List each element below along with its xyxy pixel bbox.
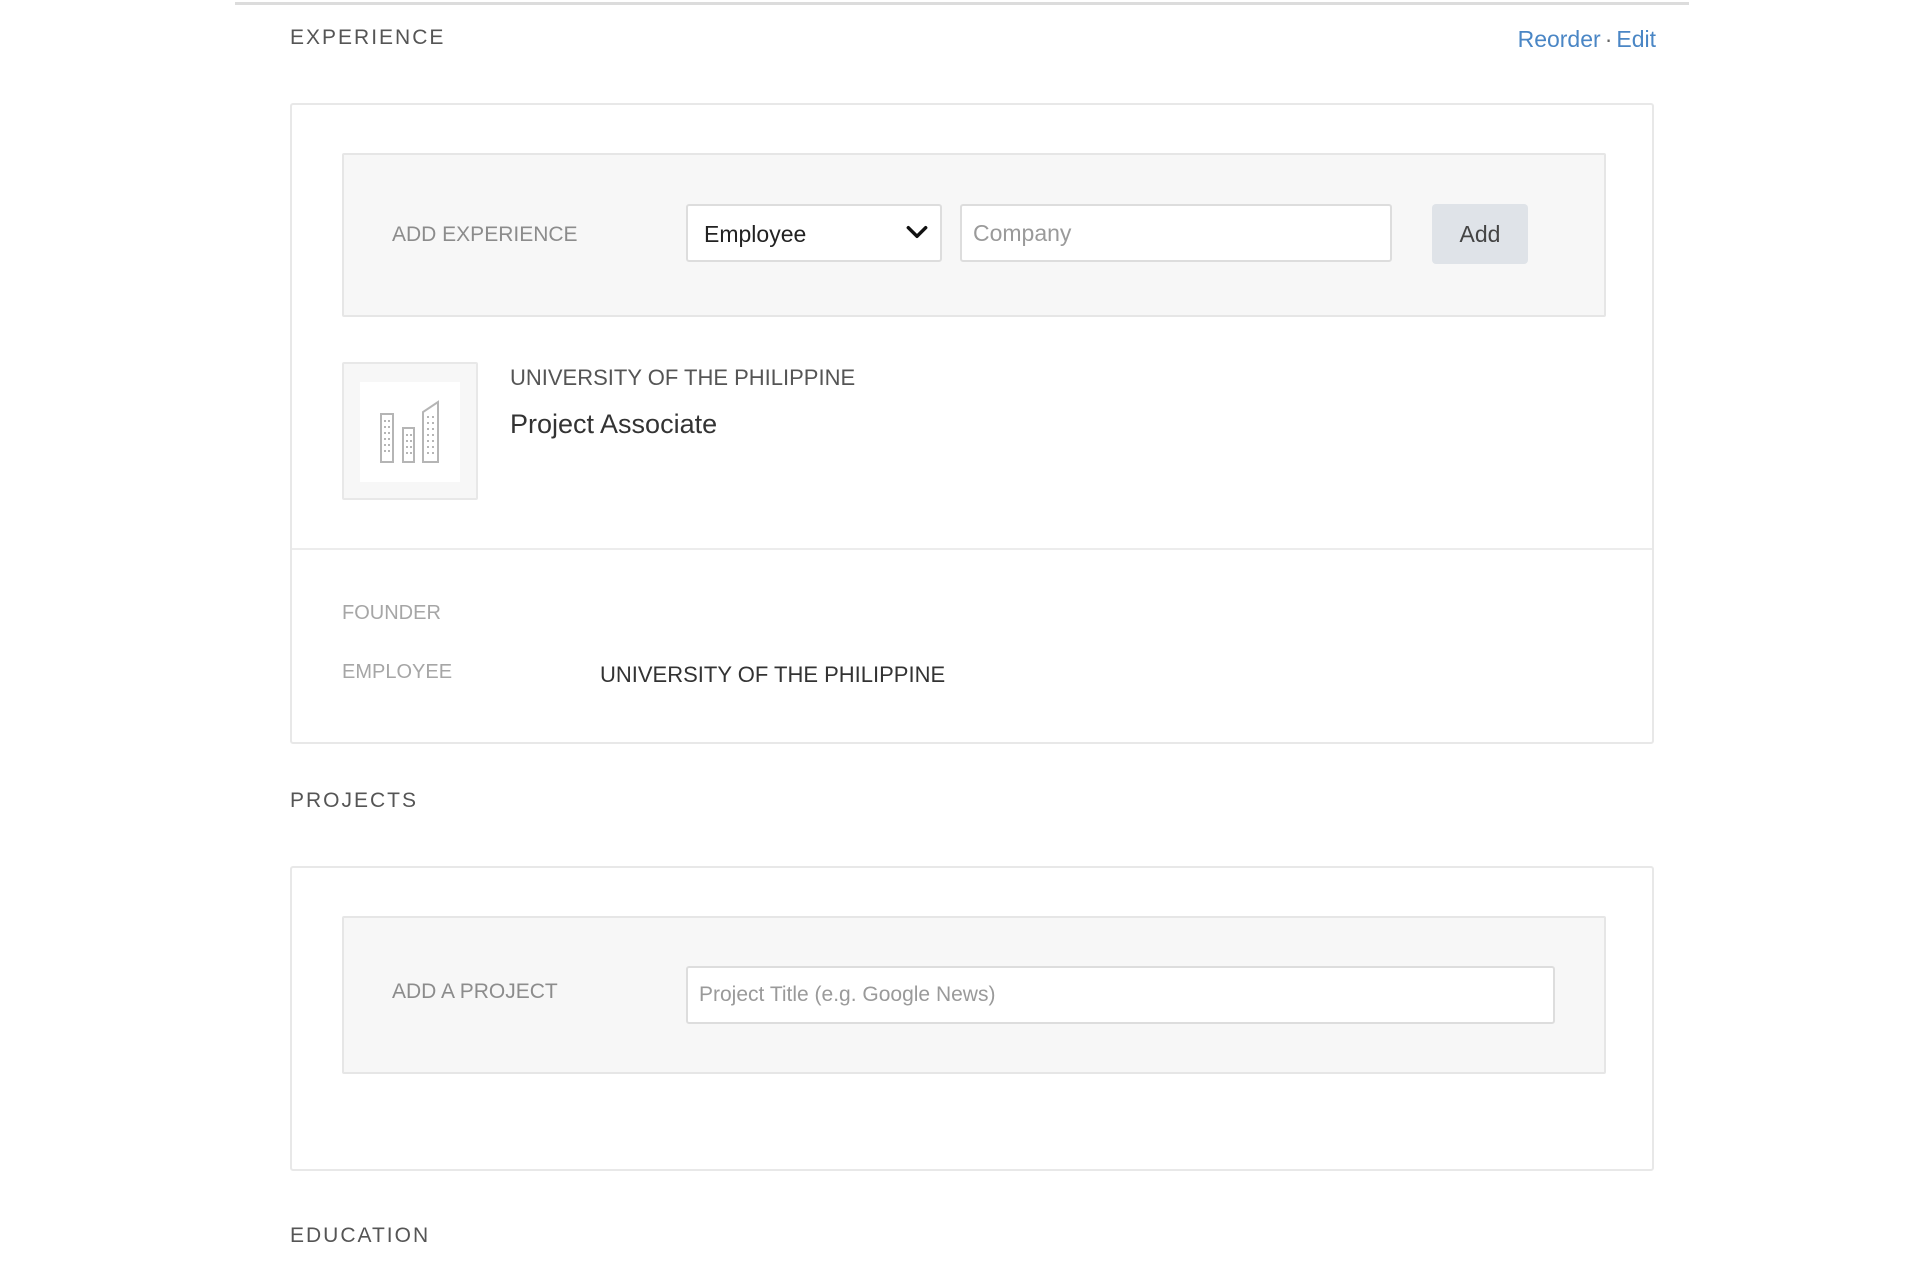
experience-card: ADD EXPERIENCE Employee Add: [290, 103, 1654, 744]
add-experience-button[interactable]: Add: [1432, 204, 1528, 264]
company-logo: [342, 362, 478, 500]
add-project-label: ADD A PROJECT: [392, 980, 558, 1003]
add-project-form: ADD A PROJECT: [342, 916, 1606, 1074]
reorder-link[interactable]: Reorder: [1518, 26, 1601, 52]
add-experience-form: ADD EXPERIENCE Employee Add: [342, 153, 1606, 317]
actions-separator: ·: [1604, 26, 1613, 52]
projects-card: ADD A PROJECT: [290, 866, 1654, 1171]
education-heading: EDUCATION: [290, 1224, 431, 1247]
experience-company: UNIVERSITY OF THE PHILIPPINE: [510, 365, 856, 390]
top-divider: [235, 2, 1689, 5]
experience-heading: EXPERIENCE: [290, 26, 446, 49]
office-buildings-icon: [380, 400, 439, 463]
experience-title: Project Associate: [510, 409, 718, 439]
experience-actions: Reorder · Edit: [1518, 26, 1656, 53]
summary-label-employee: EMPLOYEE: [342, 661, 453, 683]
company-input[interactable]: [960, 204, 1392, 262]
summary-value-employee: UNIVERSITY OF THE PHILIPPINE: [600, 662, 946, 687]
add-experience-label: ADD EXPERIENCE: [392, 223, 578, 246]
project-title-input[interactable]: [686, 966, 1555, 1024]
edit-link[interactable]: Edit: [1616, 26, 1656, 52]
summary-label-founder: FOUNDER: [342, 602, 441, 624]
role-select[interactable]: Employee: [686, 204, 942, 262]
card-divider: [292, 548, 1652, 550]
chevron-down-icon: [906, 225, 928, 239]
projects-heading: PROJECTS: [290, 789, 419, 812]
role-select-value: Employee: [704, 221, 807, 247]
